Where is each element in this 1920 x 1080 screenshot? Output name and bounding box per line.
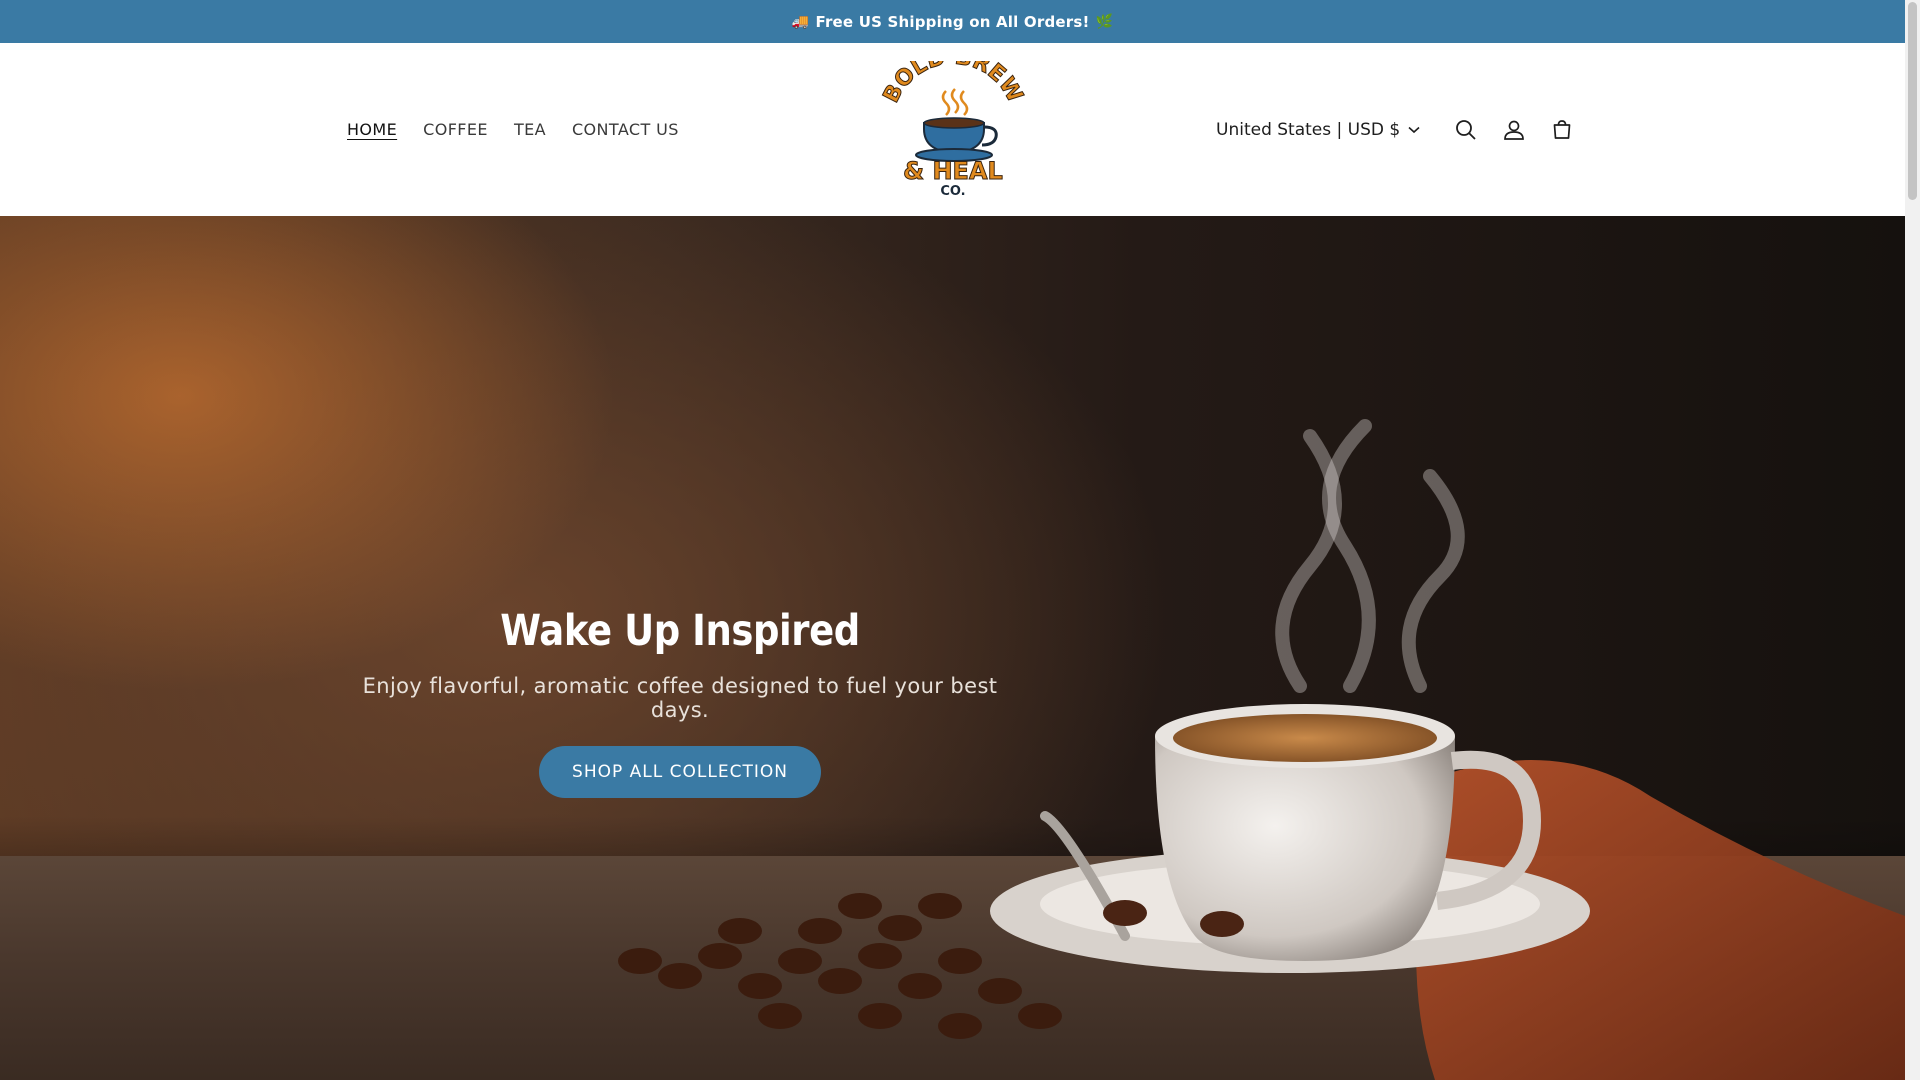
shop-all-collection-button[interactable]: SHOP ALL COLLECTION — [539, 746, 821, 798]
hero-banner: Wake Up Inspired Enjoy flavorful, aromat… — [0, 216, 1905, 1080]
country-selector-label: United States | USD $ — [1216, 119, 1401, 140]
page-scrollbar[interactable] — [1905, 0, 1920, 1080]
cart-icon — [1553, 119, 1571, 139]
search-button[interactable] — [1442, 106, 1490, 154]
header-actions: United States | USD $ — [1216, 43, 1586, 216]
logo-text-middle: & HEAL — [903, 157, 1003, 185]
scrollbar-thumb[interactable] — [1908, 2, 1917, 200]
account-button[interactable] — [1490, 106, 1538, 154]
cart-button[interactable] — [1538, 106, 1586, 154]
account-icon — [1504, 120, 1525, 140]
logo-text-bottom: CO. — [940, 184, 965, 199]
nav-item-coffee[interactable]: COFFEE — [423, 120, 488, 139]
announcement-bar: 🚚 Free US Shipping on All Orders! 🌿 — [0, 0, 1905, 43]
leaf-icon: 🌿 — [1095, 13, 1114, 30]
site-header: HOME COFFEE TEA CONTACT US BOLD BREW & H… — [0, 43, 1905, 216]
hero-title: Wake Up Inspired — [500, 606, 860, 656]
announcement-text: Free US Shipping on All Orders! — [815, 12, 1090, 31]
nav-item-home[interactable]: HOME — [347, 120, 397, 139]
hero-content: Wake Up Inspired Enjoy flavorful, aromat… — [340, 606, 1020, 798]
chevron-down-icon — [1408, 126, 1420, 133]
site-logo[interactable]: BOLD BREW & HEAL CO. — [880, 61, 1025, 199]
search-icon — [1456, 119, 1476, 140]
truck-icon: 🚚 — [791, 13, 810, 30]
nav-item-tea[interactable]: TEA — [514, 120, 546, 139]
hero-subtitle: Enjoy flavorful, aromatic coffee designe… — [362, 674, 998, 722]
main-nav: HOME COFFEE TEA CONTACT US — [347, 43, 679, 216]
nav-item-contact-us[interactable]: CONTACT US — [572, 120, 679, 139]
country-currency-selector[interactable]: United States | USD $ — [1216, 120, 1420, 140]
